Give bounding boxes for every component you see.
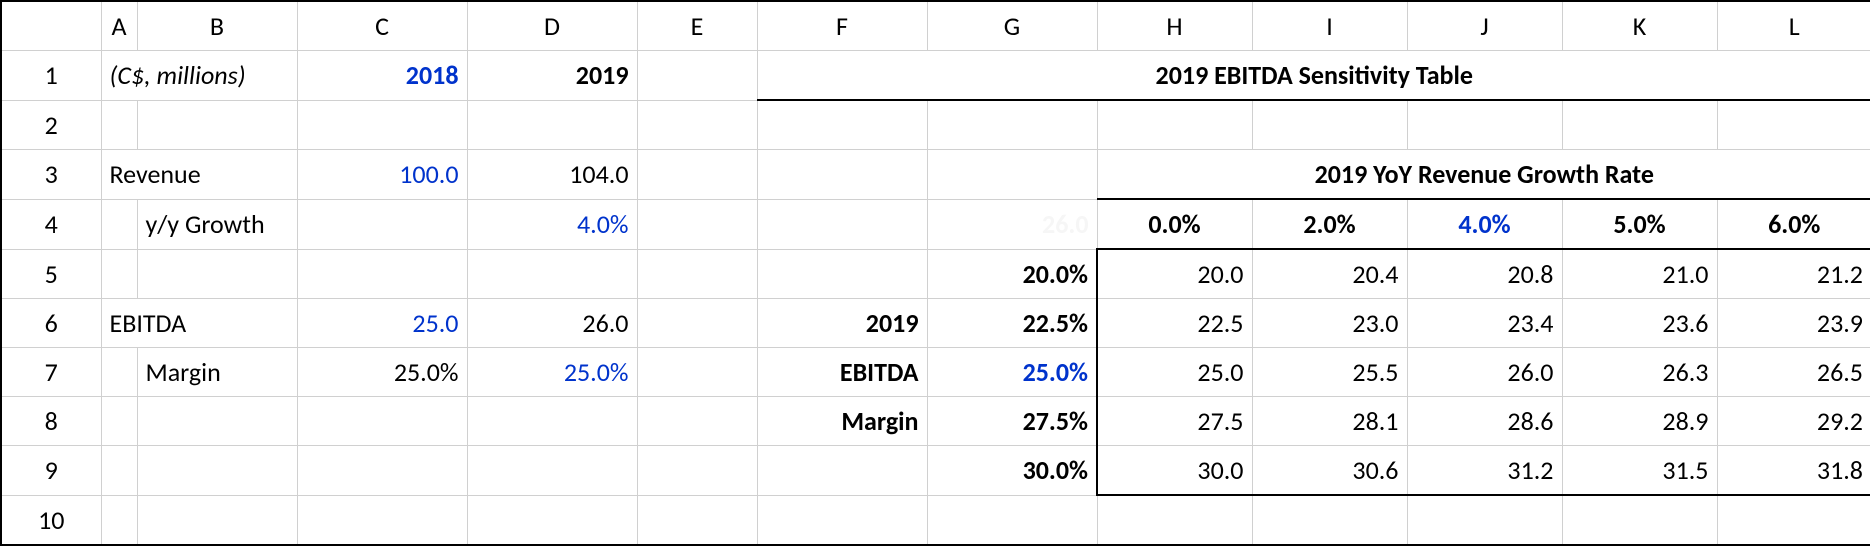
row-1: 1 (C$, millions) 2018 2019 2019 EBITDA S… — [1, 51, 1870, 101]
sens-3-4: 29.2 — [1717, 397, 1870, 446]
growth-pct-3: 5.0% — [1562, 199, 1717, 249]
col-header-j: J — [1407, 1, 1562, 51]
ebitda-2019: 26.0 — [467, 299, 637, 348]
sensitivity-title: 2019 EBITDA Sensitivity Table — [757, 51, 1870, 101]
margin-pct-1: 22.5% — [927, 299, 1097, 348]
col-header-c: C — [297, 1, 467, 51]
sens-4-2: 31.2 — [1407, 446, 1562, 496]
yy-growth-label: y/y Growth — [137, 199, 297, 249]
margin-pct-4: 30.0% — [927, 446, 1097, 496]
sens-3-2: 28.6 — [1407, 397, 1562, 446]
sens-rowlabel-ebitda: EBITDA — [757, 348, 927, 397]
row-header-3: 3 — [1, 150, 101, 200]
growth-title: 2019 YoY Revenue Growth Rate — [1097, 150, 1870, 200]
sens-0-1: 20.4 — [1252, 249, 1407, 299]
sens-1-4: 23.9 — [1717, 299, 1870, 348]
revenue-label: Revenue — [101, 150, 297, 200]
spreadsheet-table: A B C D E F G H I J K L 1 (C$, millions)… — [0, 0, 1870, 546]
row-header-8: 8 — [1, 397, 101, 446]
ebitda-label: EBITDA — [101, 299, 297, 348]
sens-0-3: 21.0 — [1562, 249, 1717, 299]
sens-2-0: 25.0 — [1097, 348, 1252, 397]
margin-label: Margin — [137, 348, 297, 397]
sens-1-3: 23.6 — [1562, 299, 1717, 348]
row-9: 9 30.0% 30.0 30.6 31.2 31.5 31.8 — [1, 446, 1870, 496]
row-header-9: 9 — [1, 446, 101, 496]
sens-2-1: 25.5 — [1252, 348, 1407, 397]
col-header-a: A — [101, 1, 137, 51]
sens-3-0: 27.5 — [1097, 397, 1252, 446]
row-8: 8 Margin 27.5% 27.5 28.1 28.6 28.9 29.2 — [1, 397, 1870, 446]
row-header-2: 2 — [1, 100, 101, 150]
col-header-b: B — [137, 1, 297, 51]
margin-pct-3: 27.5% — [927, 397, 1097, 446]
column-header-row: A B C D E F G H I J K L — [1, 1, 1870, 51]
col-header-h: H — [1097, 1, 1252, 51]
sens-2-3: 26.3 — [1562, 348, 1717, 397]
sens-2-2: 26.0 — [1407, 348, 1562, 397]
sens-rowlabel-2019: 2019 — [757, 299, 927, 348]
growth-pct-4: 6.0% — [1717, 199, 1870, 249]
row-header-1: 1 — [1, 51, 101, 101]
yy-growth-2019: 4.0% — [467, 199, 637, 249]
sens-3-3: 28.9 — [1562, 397, 1717, 446]
revenue-2018: 100.0 — [297, 150, 467, 200]
sens-1-0: 22.5 — [1097, 299, 1252, 348]
sens-0-4: 21.2 — [1717, 249, 1870, 299]
sens-4-1: 30.6 — [1252, 446, 1407, 496]
col-header-i: I — [1252, 1, 1407, 51]
margin-pct-0: 20.0% — [927, 249, 1097, 299]
row-header-7: 7 — [1, 348, 101, 397]
growth-pct-1: 2.0% — [1252, 199, 1407, 249]
row-4: 4 y/y Growth 4.0% 26.0 0.0% 2.0% 4.0% 5.… — [1, 199, 1870, 249]
col-header-d: D — [467, 1, 637, 51]
col-header-k: K — [1562, 1, 1717, 51]
col-header-g: G — [927, 1, 1097, 51]
sens-4-0: 30.0 — [1097, 446, 1252, 496]
sens-1-2: 23.4 — [1407, 299, 1562, 348]
sens-0-2: 20.8 — [1407, 249, 1562, 299]
sens-1-1: 23.0 — [1252, 299, 1407, 348]
margin-2018: 25.0% — [297, 348, 467, 397]
col-header-l: L — [1717, 1, 1870, 51]
growth-pct-2: 4.0% — [1407, 199, 1562, 249]
row-header-6: 6 — [1, 299, 101, 348]
col-header-f: F — [757, 1, 927, 51]
row-6: 6 EBITDA 25.0 26.0 2019 22.5% 22.5 23.0 … — [1, 299, 1870, 348]
row-10: 10 — [1, 495, 1870, 545]
year-2019: 2019 — [467, 51, 637, 101]
year-2018: 2018 — [297, 51, 467, 101]
row-header-10: 10 — [1, 495, 101, 545]
row-2: 2 — [1, 100, 1870, 150]
sens-3-1: 28.1 — [1252, 397, 1407, 446]
sensitivity-anchor: 26.0 — [927, 199, 1097, 249]
growth-pct-0: 0.0% — [1097, 199, 1252, 249]
sens-4-4: 31.8 — [1717, 446, 1870, 496]
margin-2019: 25.0% — [467, 348, 637, 397]
col-header-e: E — [637, 1, 757, 51]
row-5: 5 20.0% 20.0 20.4 20.8 21.0 21.2 — [1, 249, 1870, 299]
row-header-5: 5 — [1, 249, 101, 299]
row-7: 7 Margin 25.0% 25.0% EBITDA 25.0% 25.0 2… — [1, 348, 1870, 397]
sens-rowlabel-margin: Margin — [757, 397, 927, 446]
ebitda-2018: 25.0 — [297, 299, 467, 348]
sens-2-4: 26.5 — [1717, 348, 1870, 397]
margin-pct-2: 25.0% — [927, 348, 1097, 397]
cell-e1 — [637, 51, 757, 101]
sens-4-3: 31.5 — [1562, 446, 1717, 496]
units-label: (C$, millions) — [101, 51, 297, 101]
revenue-2019: 104.0 — [467, 150, 637, 200]
corner-cell — [1, 1, 101, 51]
row-header-4: 4 — [1, 199, 101, 249]
sens-0-0: 20.0 — [1097, 249, 1252, 299]
row-3: 3 Revenue 100.0 104.0 2019 YoY Revenue G… — [1, 150, 1870, 200]
